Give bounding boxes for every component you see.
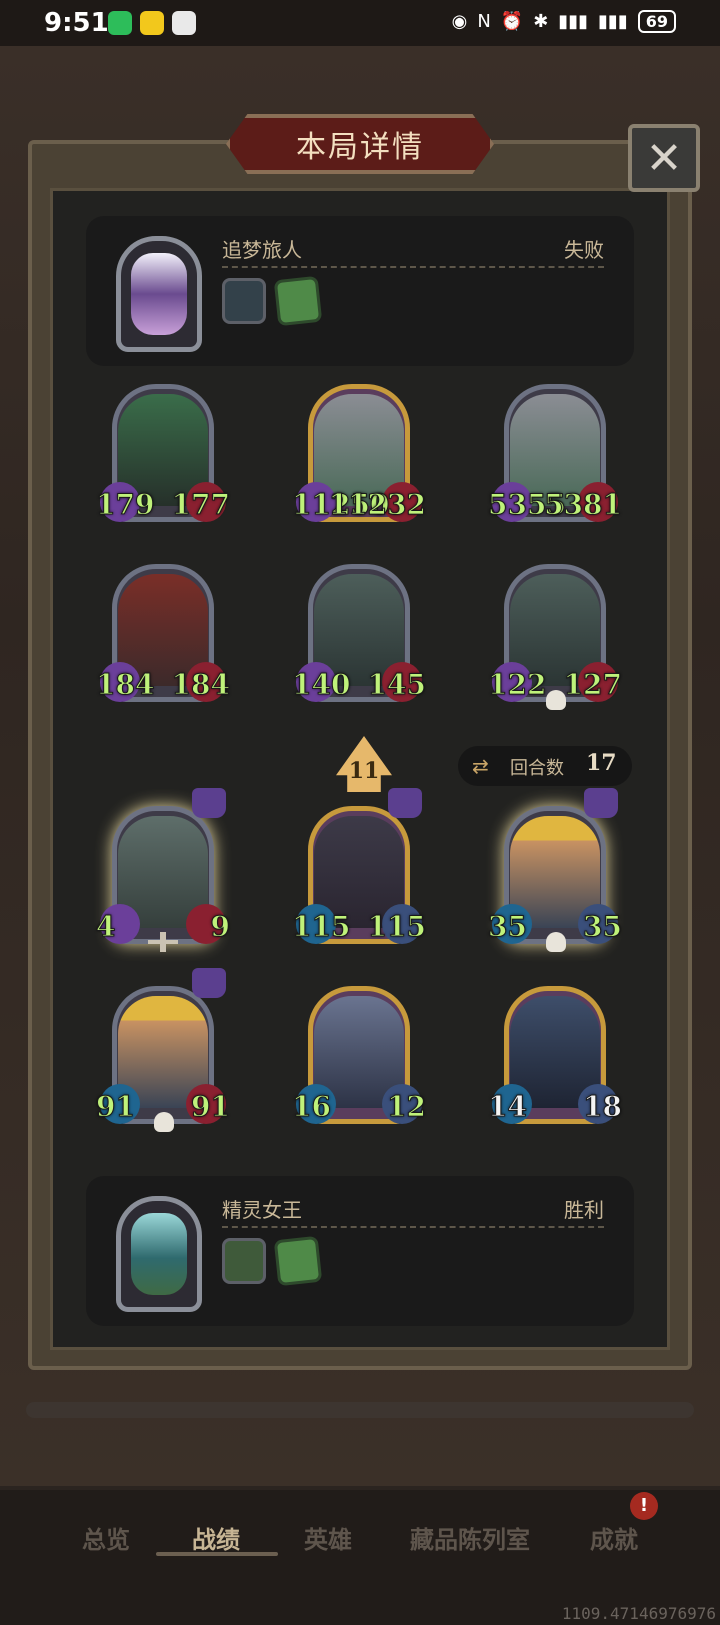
card-attack: 115 xyxy=(291,910,351,944)
nav-tab-records[interactable]: 战绩 xyxy=(192,1520,240,1555)
dialog-title: 本局详情 xyxy=(296,130,424,165)
opponent-portrait xyxy=(131,253,187,335)
player-card[interactable]: 35 35 xyxy=(488,788,622,956)
eye-icon: ◉ xyxy=(451,11,468,32)
divider xyxy=(222,1226,604,1228)
player-card[interactable]: 115 115 xyxy=(291,788,427,956)
repeat-icon: ⇄ xyxy=(472,754,489,778)
round-label: 回合数 xyxy=(510,758,564,779)
nfc-icon: N xyxy=(477,11,491,32)
app-notification-icon-2 xyxy=(172,11,196,35)
potion-icon[interactable] xyxy=(222,1238,266,1284)
notification-badge: ! xyxy=(630,1492,658,1520)
nav-tab-achievements[interactable]: 成就 xyxy=(590,1520,638,1555)
card-health: 5381 xyxy=(544,488,623,522)
bluetooth-icon: ✱ xyxy=(533,11,549,32)
signal-icon: ▮▮▮ xyxy=(558,11,589,32)
close-icon: ✕ xyxy=(645,132,683,184)
card-attack: 4 xyxy=(95,910,116,944)
player-card[interactable]: 16 12 xyxy=(292,986,426,1136)
book-icon[interactable] xyxy=(273,1235,323,1287)
player-panel: 精灵女王 胜利 xyxy=(86,1176,634,1326)
player-card[interactable]: 4 9 xyxy=(95,788,231,956)
card-attack: 184 xyxy=(95,668,155,702)
skull-icon xyxy=(546,690,566,710)
card-health: 145 xyxy=(367,668,426,702)
skull-icon xyxy=(154,1112,174,1132)
opponent-result: 失败 xyxy=(564,238,604,262)
divider xyxy=(222,266,604,268)
card-health: 12 xyxy=(387,1090,427,1124)
hat-icon xyxy=(388,788,422,818)
opponent-card[interactable]: 184 184 xyxy=(95,564,231,714)
nav-tab-overview[interactable]: 总览 xyxy=(82,1520,130,1555)
card-attack: 140 xyxy=(291,668,351,702)
status-indicators: ◉ N ⏰ ✱ ▮▮▮ ▮▮▮ 69 xyxy=(452,10,676,33)
book-icon[interactable] xyxy=(273,275,323,327)
opponent-name: 追梦旅人 xyxy=(222,238,302,262)
opponent-card[interactable]: 122 127 xyxy=(487,564,623,714)
player-result: 胜利 xyxy=(564,1198,604,1222)
opponent-avatar[interactable] xyxy=(116,236,202,352)
opponent-card[interactable]: 179 177 xyxy=(95,384,231,534)
status-app-icons xyxy=(108,11,196,35)
nav-tab-collection[interactable]: 藏品陈列室 xyxy=(410,1520,530,1555)
player-avatar[interactable] xyxy=(116,1196,202,1312)
player-portrait xyxy=(131,1213,187,1295)
card-attack: 14 xyxy=(488,1090,528,1124)
status-bar: 9:51 ◉ N ⏰ ✱ ▮▮▮ ▮▮▮ 69 xyxy=(0,0,720,46)
player-card[interactable]: 91 91 xyxy=(96,968,230,1136)
hat-icon xyxy=(192,788,226,818)
card-attack: 91 xyxy=(96,1090,136,1124)
player-items xyxy=(222,1235,323,1287)
opponent-card[interactable]: 5355 5381 xyxy=(488,384,622,534)
card-health: 115 xyxy=(367,910,426,944)
card-health: 18 xyxy=(583,1090,623,1124)
opponent-panel: 追梦旅人 失败 xyxy=(86,216,634,366)
round-counter: ⇄ 回合数 17 xyxy=(458,746,632,786)
alarm-icon: ⏰ xyxy=(500,11,524,32)
hat-icon xyxy=(192,968,226,998)
card-health: 127 xyxy=(563,668,622,702)
round-value: 17 xyxy=(586,750,617,776)
player-card[interactable]: 14 18 xyxy=(488,986,622,1136)
card-health: 184 xyxy=(171,668,230,702)
battery-indicator: 69 xyxy=(637,10,676,33)
dialog-title-plate: 本局详情 xyxy=(226,114,494,174)
card-attack: 35 xyxy=(488,910,528,944)
signal-icon-2: ▮▮▮ xyxy=(598,11,628,32)
app-notification-icon xyxy=(140,11,164,35)
player-name: 精灵女王 xyxy=(222,1198,302,1222)
skull-icon xyxy=(546,932,566,952)
turn-number: 11 xyxy=(348,758,380,784)
scroll-rail xyxy=(26,1402,694,1418)
card-attack: 179 xyxy=(95,488,155,522)
card-health: 177 xyxy=(171,488,230,522)
coordinate-readout: 1109.47146976976 xyxy=(561,1604,716,1623)
opponent-card[interactable]: 11250 11232 xyxy=(291,384,427,534)
wechat-icon xyxy=(108,11,132,35)
card-attack: 122 xyxy=(487,668,547,702)
nav-tab-heroes[interactable]: 英雄 xyxy=(304,1520,352,1555)
hat-icon xyxy=(584,788,618,818)
card-health: 91 xyxy=(191,1090,231,1124)
status-time: 9:51 xyxy=(44,8,109,38)
close-button[interactable]: ✕ xyxy=(628,124,700,192)
card-health: 9 xyxy=(210,910,231,944)
relic-icon[interactable] xyxy=(222,278,266,324)
opponent-items xyxy=(222,275,323,327)
card-attack: 16 xyxy=(292,1090,332,1124)
active-tab-indicator xyxy=(156,1552,278,1556)
opponent-card[interactable]: 140 145 xyxy=(291,564,427,714)
card-health: 35 xyxy=(583,910,623,944)
card-health: 11232 xyxy=(328,488,426,522)
